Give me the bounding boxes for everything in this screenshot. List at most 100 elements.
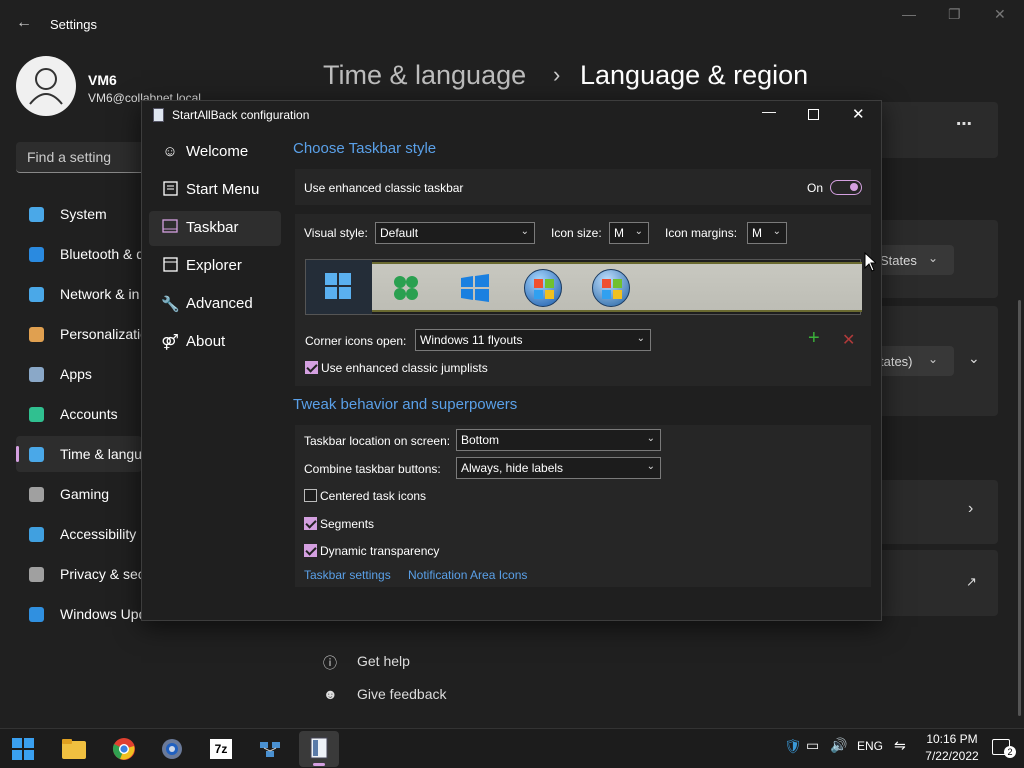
vista-orb-icon[interactable]	[592, 269, 630, 307]
maximize-icon[interactable]	[808, 109, 819, 120]
sidebar-item-label: Accessibility	[60, 526, 137, 542]
win11-start-option[interactable]	[306, 260, 372, 314]
sidebar-item[interactable]: System	[16, 196, 142, 232]
network-app-button[interactable]	[250, 731, 290, 767]
format-dropdown[interactable]: tates) ⌄	[870, 346, 954, 376]
close-icon[interactable]: ✕	[994, 6, 1006, 23]
minimize-icon[interactable]: —	[762, 103, 776, 119]
icon-margins-select[interactable]: M ⌄	[747, 222, 787, 244]
nav-welcome[interactable]: ☺ Welcome	[149, 135, 281, 170]
sidebar-item-label: Network & in	[60, 286, 140, 302]
feedback-icon: ☻	[323, 686, 338, 702]
startallback-button[interactable]	[299, 731, 339, 767]
nav-explorer-label: Explorer	[186, 257, 242, 274]
nav-explorer[interactable]: Explorer	[149, 249, 281, 284]
sidebar-item-icon	[29, 407, 44, 422]
sidebar-item[interactable]: Gaming	[16, 476, 142, 512]
avatar[interactable]	[16, 56, 76, 116]
chrome-button[interactable]	[104, 731, 144, 767]
add-icon[interactable]: +	[808, 327, 820, 350]
more-options-icon[interactable]: ⋯	[956, 114, 972, 134]
sidebar-item[interactable]: Time & langu	[16, 436, 142, 472]
taskbar-location-value: Bottom	[461, 433, 500, 447]
help-icon: ⓘ	[323, 655, 337, 671]
nav-advanced[interactable]: 🔧 Advanced	[149, 287, 281, 322]
sidebar-item-icon	[29, 607, 44, 622]
centered-icons-checkbox[interactable]	[304, 489, 317, 502]
clover-logo-icon[interactable]	[392, 274, 420, 302]
corner-icons-select[interactable]: Windows 11 flyouts ⌄	[415, 329, 651, 351]
notification-icon[interactable]: 2	[992, 739, 1016, 758]
taskbar-location-select[interactable]: Bottom ⌄	[456, 429, 661, 451]
chevron-right-icon: ›	[968, 500, 974, 517]
minimize-icon[interactable]: —	[902, 6, 916, 22]
nav-taskbar-label: Taskbar	[186, 219, 239, 236]
file-explorer-button[interactable]	[54, 731, 94, 767]
visual-style-select[interactable]: Default ⌄	[375, 222, 535, 244]
segments-checkbox[interactable]	[304, 517, 317, 530]
sidebar-item[interactable]: Accessibility	[16, 516, 142, 552]
sidebar-item-icon	[29, 447, 44, 462]
chevron-down-icon: ⌄	[928, 251, 939, 265]
get-help-link[interactable]: ⓘ Get help	[323, 653, 410, 673]
windows11-logo-icon	[325, 273, 351, 299]
sidebar-item-label: System	[60, 206, 107, 222]
maximize-icon[interactable]: ❐	[948, 6, 961, 23]
give-feedback-link[interactable]: ☻ Give feedback	[323, 686, 447, 702]
sidebar-item[interactable]: Windows Upd	[16, 596, 146, 632]
network-icon[interactable]: ⇋	[894, 737, 906, 754]
sidebar-item[interactable]: Privacy & sec	[16, 556, 145, 592]
jumplists-checkbox[interactable]	[305, 361, 318, 374]
language-indicator[interactable]: ENG	[857, 739, 883, 753]
volume-icon[interactable]: 🔊	[830, 737, 847, 754]
smile-icon: ☺	[162, 143, 178, 160]
external-link-icon: ↗	[966, 574, 977, 589]
sidebar-item[interactable]: Personalizatio	[16, 316, 148, 352]
chevron-right-icon: ›	[553, 62, 561, 87]
icon-margins-value: M	[752, 226, 762, 240]
combine-buttons-select[interactable]: Always, hide labels ⌄	[456, 457, 661, 479]
corner-icons-label: Corner icons open:	[305, 334, 407, 348]
expand-chevron-icon[interactable]: ⌄	[968, 350, 980, 367]
start-button[interactable]	[3, 731, 43, 767]
nav-advanced-label: Advanced	[186, 295, 253, 312]
security-shield-icon[interactable]: 🛡	[784, 738, 802, 755]
app-icon	[153, 108, 164, 122]
nav-taskbar[interactable]: Taskbar	[149, 211, 281, 246]
scrollbar[interactable]	[1018, 300, 1021, 716]
nav-start-menu-label: Start Menu	[186, 181, 260, 198]
nav-about[interactable]: ⚤ About	[149, 325, 281, 360]
breadcrumb-parent[interactable]: Time & language	[323, 60, 526, 91]
monitor-icon[interactable]: ▭	[806, 737, 819, 754]
close-icon[interactable]: ✕	[852, 105, 865, 123]
explorer-icon	[161, 257, 179, 275]
settings-button[interactable]	[152, 731, 192, 767]
chevron-down-icon: ⌄	[646, 461, 655, 472]
search-input[interactable]: Find a setting	[16, 142, 146, 173]
combine-buttons-value: Always, hide labels	[461, 461, 564, 475]
remove-icon[interactable]: ✕	[842, 330, 855, 350]
notification-area-icons-link[interactable]: Notification Area Icons	[408, 568, 527, 582]
sidebar-item[interactable]: Apps	[16, 356, 142, 392]
dynamic-transparency-checkbox[interactable]	[304, 544, 317, 557]
chevron-down-icon: ⌄	[772, 226, 781, 237]
sidebar-item-icon	[29, 487, 44, 502]
classic-taskbar-preview	[372, 262, 862, 312]
sidebar-item[interactable]: Bluetooth & d	[16, 236, 144, 272]
7zip-button[interactable]: 7z	[201, 731, 241, 767]
windows10-logo-icon[interactable]	[460, 273, 490, 303]
sidebar-item[interactable]: Network & in	[16, 276, 142, 312]
user-name: VM6	[88, 72, 117, 88]
start-menu-icon	[161, 181, 179, 199]
windows7-orb-icon[interactable]	[524, 269, 562, 307]
region-dropdown[interactable]: States ⌄	[870, 245, 954, 275]
back-arrow-icon[interactable]: ←	[16, 14, 32, 32]
enhanced-taskbar-toggle[interactable]	[830, 180, 862, 195]
clock[interactable]: 10:16 PM 7/22/2022	[922, 732, 982, 763]
taskbar-settings-link[interactable]: Taskbar settings	[304, 568, 391, 582]
file-explorer-icon	[62, 739, 86, 759]
sidebar-item[interactable]: Accounts	[16, 396, 142, 432]
clock-date: 7/22/2022	[925, 749, 979, 763]
icon-size-select[interactable]: M ⌄	[609, 222, 649, 244]
nav-start-menu[interactable]: Start Menu	[149, 173, 281, 208]
